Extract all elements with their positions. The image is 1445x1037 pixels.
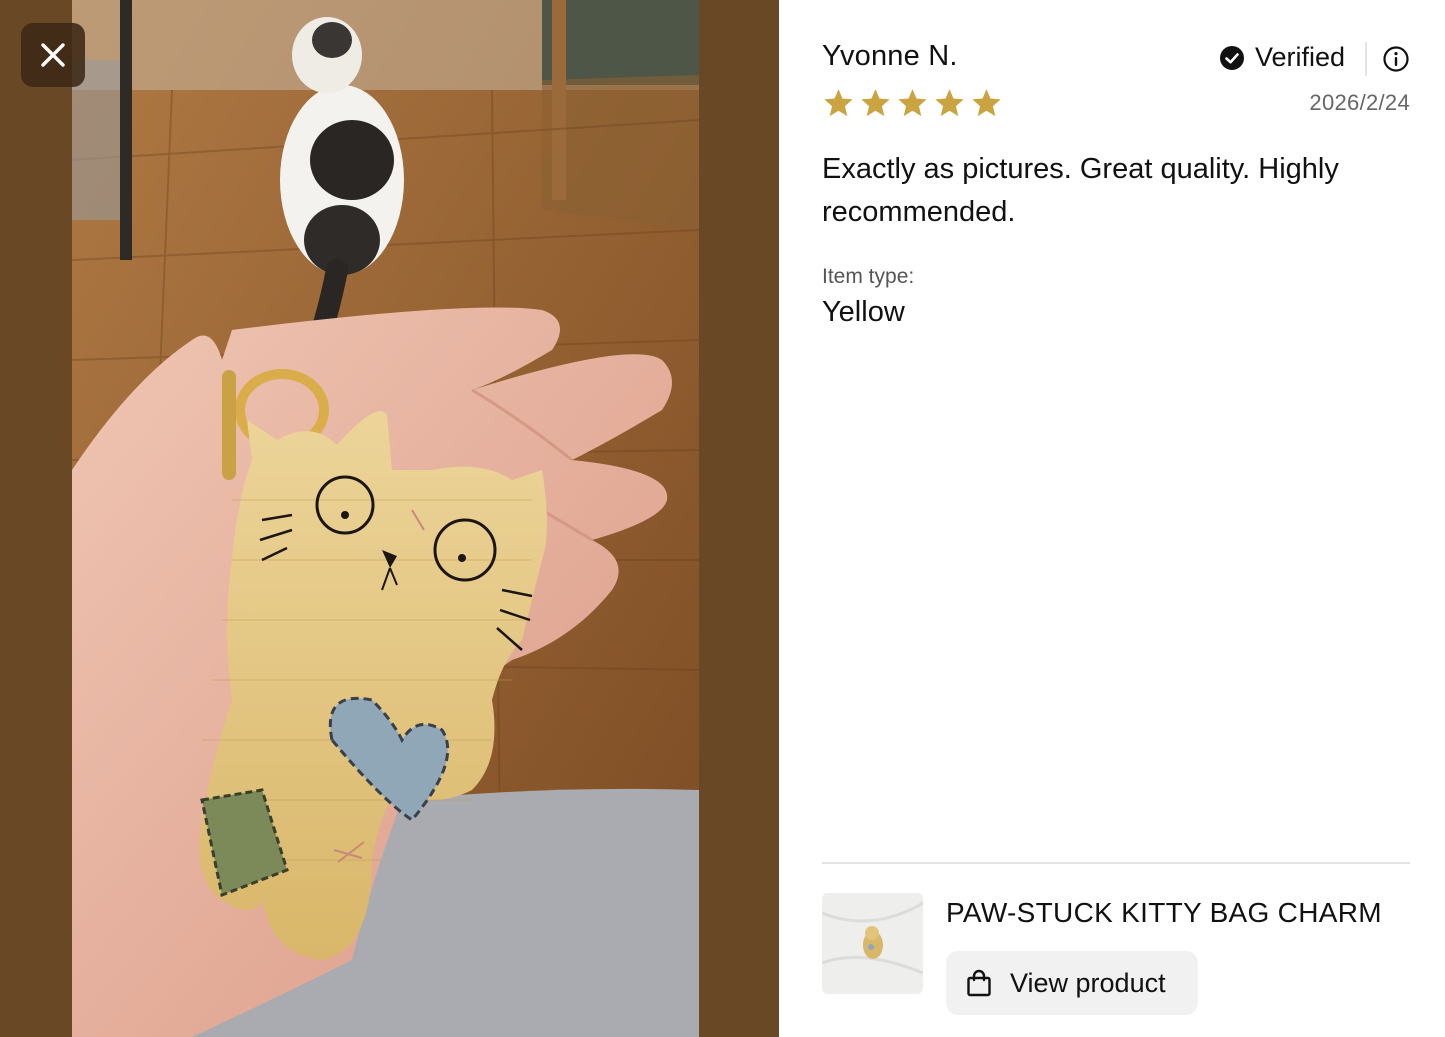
view-product-label: View product [1010, 967, 1166, 998]
star-rating [822, 87, 1003, 120]
star-icon [898, 89, 927, 117]
review-photo [72, 0, 699, 1037]
review-date: 2026/2/24 [1309, 90, 1410, 115]
product-divider [822, 862, 1410, 864]
item-type-label: Item type: [822, 265, 915, 288]
close-button[interactable] [21, 23, 85, 87]
verified-badge: Verified [1219, 42, 1345, 73]
review-media-panel [0, 0, 779, 1037]
product-thumbnail[interactable] [822, 893, 923, 994]
item-type-value: Yellow [822, 296, 905, 328]
header-divider [1365, 42, 1367, 76]
star-icon [861, 89, 890, 117]
star-icon [972, 89, 1001, 117]
info-icon[interactable] [1382, 45, 1410, 73]
shopping-bag-icon [967, 969, 991, 997]
view-product-button[interactable]: View product [946, 951, 1198, 1015]
star-icon [824, 89, 853, 117]
verified-check-icon [1220, 45, 1244, 70]
reviewer-name: Yvonne N. [822, 40, 958, 72]
verified-label: Verified [1255, 42, 1346, 72]
star-icon [935, 89, 964, 117]
review-text: Exactly as pictures. Great quality. High… [822, 153, 1339, 228]
product-title[interactable]: PAW-STUCK KITTY BAG CHARM [946, 897, 1382, 929]
close-icon [41, 43, 65, 67]
review-detail-panel: Yvonne N. Verified 2026/2/24 Exactly as … [779, 0, 1445, 1037]
